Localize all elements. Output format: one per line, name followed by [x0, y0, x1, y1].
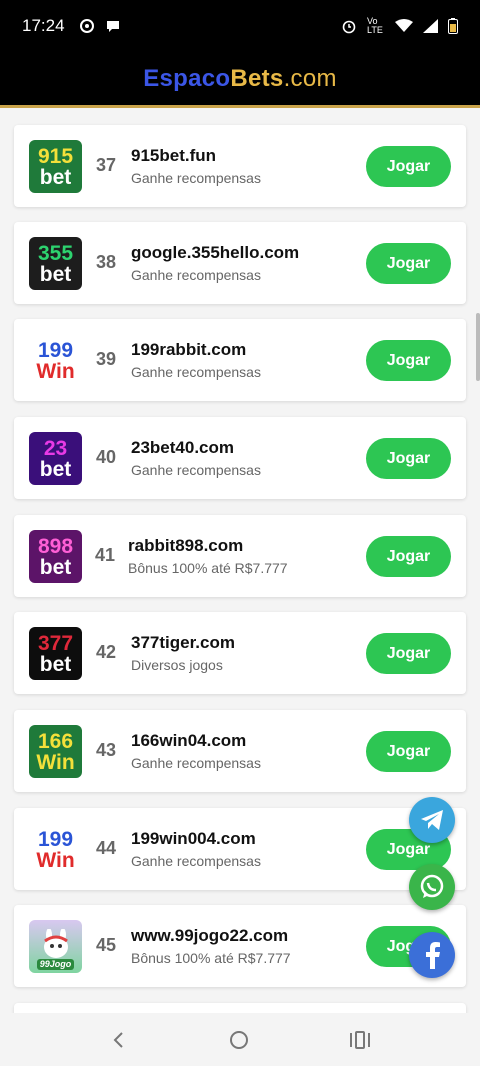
network-label: Vo LTE	[367, 16, 383, 35]
brand-logo[interactable]: EspacoBets.com	[143, 65, 337, 93]
site-name: 166win04.com	[131, 731, 247, 750]
signal-icon	[423, 19, 438, 33]
status-time: 17:24	[22, 16, 65, 35]
whatsapp-icon	[420, 874, 444, 898]
site-description: Ganhe recompensas	[131, 853, 261, 869]
site-logo: 166 Win	[29, 725, 82, 778]
wifi-icon	[395, 19, 413, 32]
play-button[interactable]: Jogar	[366, 243, 451, 284]
recents-icon[interactable]	[349, 1030, 371, 1050]
site-logo: 23 bet	[29, 432, 82, 485]
telegram-icon	[421, 810, 443, 830]
rank-number: 43	[96, 740, 117, 760]
site-logo: 99Jogo	[29, 920, 82, 973]
play-button[interactable]: Jogar	[366, 340, 451, 381]
site-description: Ganhe recompensas	[131, 170, 261, 186]
list-item: 377 bet 42 377tiger.com Diversos jogos J…	[14, 612, 466, 694]
site-name: www.99jogo22.com	[131, 926, 289, 945]
rabbit-mascot-icon	[43, 929, 68, 958]
site-logo: 355 bet	[29, 237, 82, 290]
site-name: 199rabbit.com	[131, 340, 247, 359]
sync-icon	[79, 19, 94, 33]
play-button[interactable]: Jogar	[366, 536, 451, 577]
home-icon[interactable]	[228, 1029, 250, 1051]
site-logo: 898 bet	[29, 530, 82, 583]
scrollbar-thumb[interactable]	[476, 313, 480, 381]
site-description: Diversos jogos	[131, 657, 223, 673]
site-name: 915bet.fun	[131, 146, 217, 165]
play-button[interactable]: Jogar	[366, 731, 451, 772]
site-list[interactable]: 915 bet 37 915bet.fun Ganhe recompensas …	[0, 111, 480, 1013]
site-name: google.355hello.com	[131, 243, 300, 262]
play-button[interactable]: Jogar	[366, 146, 451, 187]
system-nav-bar	[0, 1013, 480, 1066]
list-item: 99Jogo 45 www.99jogo22.com Bônus 100% at…	[14, 905, 466, 987]
site-description: Bônus 100% até R$7.777	[131, 950, 291, 966]
play-button[interactable]: Jogar	[366, 633, 451, 674]
back-icon[interactable]	[109, 1030, 129, 1050]
facebook-button[interactable]	[409, 932, 455, 978]
list-item: 199 Win 44 199win004.com Ganhe recompens…	[14, 808, 466, 890]
site-description: Ganhe recompensas	[131, 755, 261, 771]
site-name: rabbit898.com	[128, 536, 244, 555]
list-item: 166 Win 43 166win04.com Ganhe recompensa…	[14, 710, 466, 792]
list-item: 23 bet 40 23bet40.com Ganhe recompensas …	[14, 417, 466, 499]
rank-number: 37	[96, 155, 117, 175]
site-logo: 377 bet	[29, 627, 82, 680]
rank-number: 42	[96, 642, 117, 662]
rank-number: 38	[96, 252, 117, 272]
rank-number: 41	[95, 545, 116, 565]
play-button[interactable]: Jogar	[366, 438, 451, 479]
list-item: 355 bet 38 google.355hello.com Ganhe rec…	[14, 222, 466, 304]
app-header: EspacoBets.com	[0, 52, 480, 108]
telegram-button[interactable]	[409, 797, 455, 843]
facebook-icon	[426, 942, 440, 969]
list-item	[14, 1003, 466, 1013]
list-item: 898 bet 41 rabbit898.com Bônus 100% até …	[14, 515, 466, 597]
rank-number: 45	[96, 935, 117, 955]
site-logo: 199 Win	[29, 334, 82, 387]
site-name: 377tiger.com	[131, 633, 235, 652]
chat-icon	[106, 21, 119, 32]
rank-number: 39	[96, 349, 117, 369]
list-item: 915 bet 37 915bet.fun Ganhe recompensas …	[14, 125, 466, 207]
alarm-icon	[342, 20, 356, 34]
site-description: Ganhe recompensas	[131, 267, 261, 283]
battery-icon	[448, 18, 458, 34]
site-description: Ganhe recompensas	[131, 462, 261, 478]
rank-number: 44	[96, 838, 117, 858]
list-item: 199 Win 39 199rabbit.com Ganhe recompens…	[14, 319, 466, 401]
site-description: Bônus 100% até R$7.777	[128, 560, 288, 576]
site-name: 23bet40.com	[131, 438, 234, 457]
site-logo: 915 bet	[29, 140, 82, 193]
site-name: 199win004.com	[131, 829, 256, 848]
site-description: Ganhe recompensas	[131, 364, 261, 380]
whatsapp-button[interactable]	[409, 864, 455, 910]
status-bar: 17:24 Vo LTE	[0, 0, 480, 52]
rank-number: 40	[96, 447, 117, 467]
site-logo: 199 Win	[29, 823, 82, 876]
